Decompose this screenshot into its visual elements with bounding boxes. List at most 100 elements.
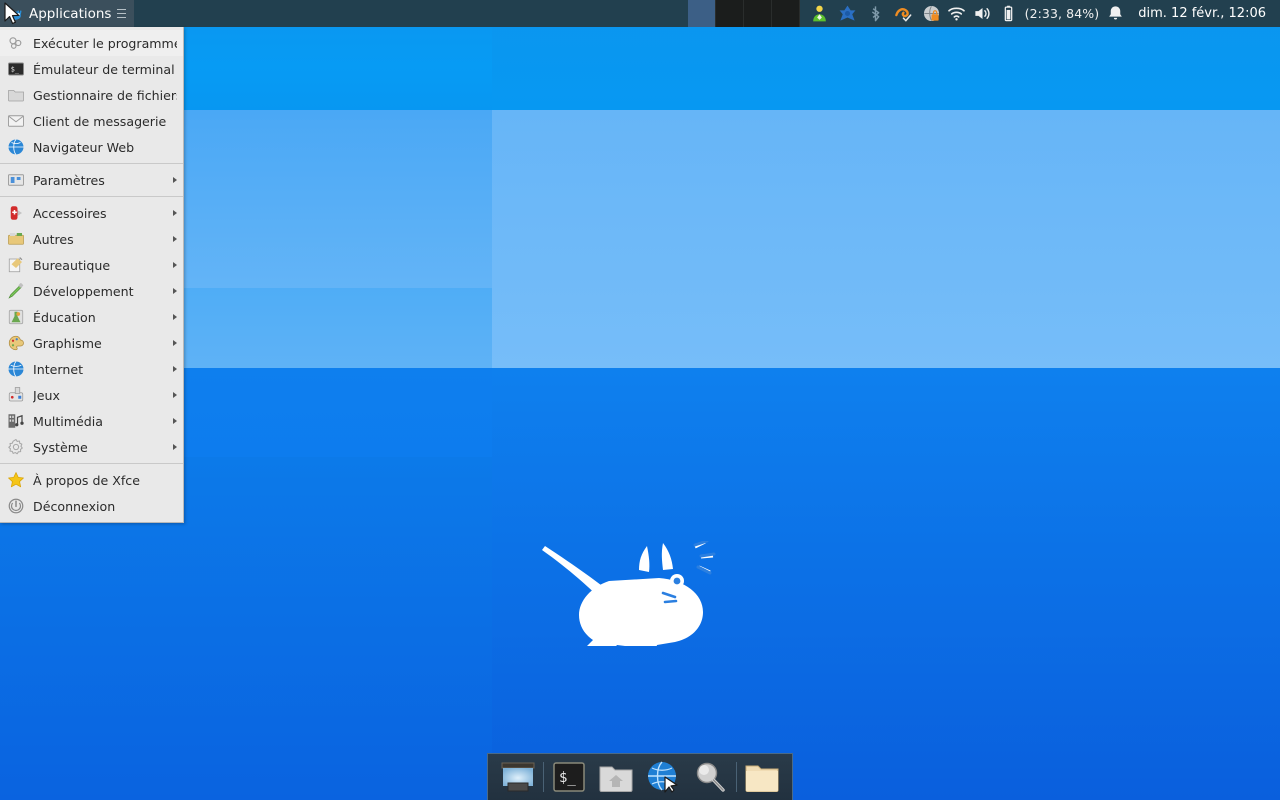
mouse-cursor xyxy=(4,2,22,26)
menu-item-label: Multimédia xyxy=(33,414,169,429)
menu-item-terminal-emulator[interactable]: $_ Émulateur de terminal xyxy=(0,56,183,82)
menu-item-office[interactable]: Bureautique xyxy=(0,252,183,278)
menu-item-graphics[interactable]: Graphisme xyxy=(0,330,183,356)
menu-item-label: Système xyxy=(33,440,169,455)
settings-icon xyxy=(7,171,25,189)
volume-icon[interactable] xyxy=(973,4,992,23)
menu-item-web-browser[interactable]: Navigateur Web xyxy=(0,134,183,160)
dock-separator xyxy=(736,762,737,792)
menu-item-accessories[interactable]: Accessoires xyxy=(0,200,183,226)
menu-item-label: Client de messagerie xyxy=(33,114,177,129)
terminal-icon: $_ xyxy=(551,759,587,795)
clock[interactable]: dim. 12 févr., 12:06 xyxy=(1132,6,1272,21)
star-icon xyxy=(7,471,25,489)
search-launcher[interactable] xyxy=(687,757,734,797)
package-manager-icon[interactable] xyxy=(838,4,857,23)
battery-status-text: (2:33, 84%) xyxy=(1025,6,1100,21)
workspace-switcher[interactable] xyxy=(688,0,800,27)
menu-item-about-xfce[interactable]: À propos de Xfce xyxy=(0,467,183,493)
menu-item-settings[interactable]: Paramètres xyxy=(0,167,183,193)
folder-icon xyxy=(744,759,780,795)
folder-icon xyxy=(7,86,25,104)
web-browser-icon xyxy=(7,138,25,156)
accessories-icon xyxy=(7,204,25,222)
top-panel: Applications xyxy=(0,0,1280,27)
show-desktop-launcher[interactable] xyxy=(494,757,541,797)
web-browser-icon xyxy=(645,759,681,795)
submenu-arrow-icon xyxy=(173,177,177,183)
web-browser-launcher[interactable] xyxy=(640,757,687,797)
menu-item-mail-client[interactable]: Client de messagerie xyxy=(0,108,183,134)
software-update-icon[interactable] xyxy=(894,4,913,23)
menu-item-run-program[interactable]: Exécuter le programme… xyxy=(0,30,183,56)
desktop-screen: Applications xyxy=(0,0,1280,800)
development-icon xyxy=(7,282,25,300)
submenu-arrow-icon xyxy=(173,418,177,424)
menu-item-label: Autres xyxy=(33,232,169,247)
menu-item-label: Internet xyxy=(33,362,169,377)
menu-glyph-icon xyxy=(117,9,126,18)
home-folder-icon xyxy=(598,759,634,795)
menu-separator xyxy=(0,196,183,197)
svg-text:$_: $_ xyxy=(559,770,576,786)
menu-item-other[interactable]: Autres xyxy=(0,226,183,252)
menu-item-file-manager[interactable]: Gestionnaire de fichiers xyxy=(0,82,183,108)
battery-icon[interactable] xyxy=(999,4,1018,23)
office-icon xyxy=(7,256,25,274)
wallpaper-right-band-2 xyxy=(492,110,1280,368)
folder-launcher[interactable] xyxy=(739,757,786,797)
status-area: (2:33, 84%) dim. 12 févr., 12:06 xyxy=(947,4,1280,23)
workspace-3[interactable] xyxy=(744,0,772,27)
mail-icon xyxy=(7,112,25,130)
system-icon xyxy=(7,438,25,456)
bottom-dock-panel: $_ xyxy=(487,753,793,800)
submenu-arrow-icon xyxy=(173,262,177,268)
submenu-arrow-icon xyxy=(173,210,177,216)
menu-item-logout[interactable]: Déconnexion xyxy=(0,493,183,519)
workspace-4[interactable] xyxy=(772,0,800,27)
globe-lock-icon[interactable] xyxy=(922,4,941,23)
menu-separator xyxy=(0,163,183,164)
workspace-1[interactable] xyxy=(688,0,716,27)
menu-item-development[interactable]: Développement xyxy=(0,278,183,304)
menu-item-label: Bureautique xyxy=(33,258,169,273)
svg-text:$_: $_ xyxy=(11,65,20,73)
menu-item-label: À propos de Xfce xyxy=(33,473,177,488)
menu-item-label: Paramètres xyxy=(33,173,169,188)
applications-menu[interactable]: Exécuter le programme… $_ Émulateur de t… xyxy=(0,27,184,523)
submenu-arrow-icon xyxy=(173,366,177,372)
other-icon xyxy=(7,230,25,248)
submenu-arrow-icon xyxy=(173,288,177,294)
show-desktop-icon xyxy=(500,759,536,795)
xfce-mouse-logo xyxy=(537,541,717,646)
menu-item-education[interactable]: Éducation xyxy=(0,304,183,330)
menu-item-games[interactable]: Jeux xyxy=(0,382,183,408)
menu-item-label: Émulateur de terminal xyxy=(33,62,177,77)
menu-item-internet[interactable]: Internet xyxy=(0,356,183,382)
education-icon xyxy=(7,308,25,326)
menu-item-system[interactable]: Système xyxy=(0,434,183,460)
wifi-icon[interactable] xyxy=(947,4,966,23)
internet-icon xyxy=(7,360,25,378)
submenu-arrow-icon xyxy=(173,392,177,398)
menu-item-label: Graphisme xyxy=(33,336,169,351)
desktop-wallpaper[interactable] xyxy=(0,0,1280,800)
bell-icon[interactable] xyxy=(1106,4,1125,23)
terminal-icon: $_ xyxy=(7,60,25,78)
workspace-2[interactable] xyxy=(716,0,744,27)
terminal-launcher[interactable]: $_ xyxy=(546,757,593,797)
graphics-icon xyxy=(7,334,25,352)
system-tray xyxy=(800,4,947,23)
run-program-icon xyxy=(7,34,25,52)
menu-item-label: Déconnexion xyxy=(33,499,177,514)
menu-item-label: Éducation xyxy=(33,310,169,325)
user-avatar-icon[interactable] xyxy=(810,4,829,23)
menu-item-multimedia[interactable]: Multimédia xyxy=(0,408,183,434)
applications-menu-label: Applications xyxy=(29,6,111,22)
submenu-arrow-icon xyxy=(173,236,177,242)
menu-item-label: Exécuter le programme… xyxy=(33,36,177,51)
bluetooth-icon[interactable] xyxy=(866,4,885,23)
menu-item-label: Gestionnaire de fichiers xyxy=(33,88,177,103)
submenu-arrow-icon xyxy=(173,314,177,320)
file-manager-launcher[interactable] xyxy=(593,757,640,797)
